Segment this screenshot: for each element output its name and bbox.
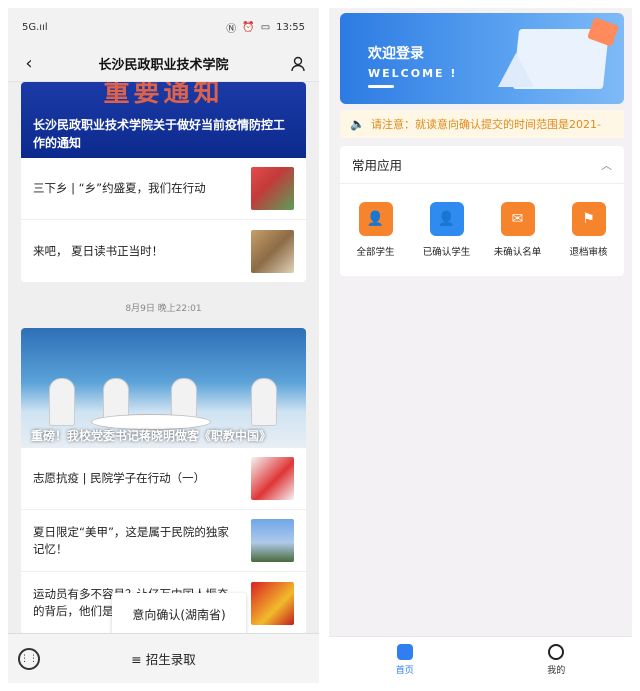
status-time: 13:55 bbox=[276, 21, 305, 33]
speaker-icon: 🔈 bbox=[350, 117, 365, 131]
profile-icon[interactable] bbox=[287, 53, 309, 75]
welcome-banner: 欢迎登录 WELCOME ! bbox=[340, 13, 624, 104]
stamp-icon: ⚑ bbox=[571, 202, 606, 236]
menu-enrollment[interactable]: ≡ 招生录取 bbox=[40, 649, 287, 668]
list-item-title: 夏日限定“美甲”，这是属于民院的独家记忆！ bbox=[33, 524, 229, 556]
home-icon bbox=[396, 644, 413, 660]
enrollment-app-phone: 欢迎登录 WELCOME ! 🔈 请注意：就读意向确认提交的时间范围是2021-… bbox=[329, 8, 632, 683]
list-item-title: 三下乡 | “乡”约盛夏，我们在行动 bbox=[33, 181, 206, 195]
list-item[interactable]: 三下乡 | “乡”约盛夏，我们在行动 bbox=[21, 158, 306, 220]
battery-icon: ▭ bbox=[260, 21, 271, 33]
app-label: 未确认名单 bbox=[493, 247, 542, 258]
welcome-title: 欢迎登录 bbox=[368, 46, 424, 62]
article-card-1: 重要通知 长沙民政职业技术学院关于做好当前疫情防控工作的通知 三下乡 | “乡”… bbox=[21, 82, 306, 282]
apps-header[interactable]: 常用应用 ︿ bbox=[340, 146, 624, 184]
notice-text: 请注意：就读意向确认提交的时间范围是2021- bbox=[370, 118, 601, 131]
welcome-underline bbox=[368, 85, 394, 88]
chevron-up-icon[interactable]: ︿ bbox=[601, 157, 612, 173]
list-item[interactable]: 来吧， 夏日读书正当时！ bbox=[21, 220, 306, 282]
tab-label: 我的 bbox=[547, 666, 566, 676]
app-label: 退档审核 bbox=[569, 247, 608, 258]
app-label: 全部学生 bbox=[356, 247, 395, 258]
article-feed[interactable]: 重要通知 长沙民政职业技术学院关于做好当前疫情防控工作的通知 三下乡 | “乡”… bbox=[8, 82, 319, 633]
wechat-article-phone: 5G.ııl Ⓝ ⏰ ▭ 13:55 ‹ 长沙民政职业技术学院 重要通知 长沙民… bbox=[8, 8, 319, 683]
nfc-icon: Ⓝ bbox=[226, 23, 237, 35]
page-title: 长沙民政职业技术学院 bbox=[98, 58, 229, 73]
hero-title: 长沙民政职业技术学院关于做好当前疫情防控工作的通知 bbox=[33, 118, 286, 150]
signal-icon: 5G.ııl bbox=[22, 21, 48, 33]
status-bar: 5G.ııl Ⓝ ⏰ ▭ 13:55 bbox=[8, 8, 319, 46]
app-unconfirmed-list[interactable]: ✉ 未确认名单 bbox=[488, 202, 548, 258]
list-item-title: 志愿抗疫 | 民院学子在行动（一） bbox=[33, 471, 206, 485]
list-item[interactable]: 志愿抗疫 | 民院学子在行动（一） bbox=[21, 448, 306, 510]
user-icon bbox=[548, 644, 565, 660]
person-check-icon: 👤 bbox=[429, 202, 464, 236]
article-thumbnail bbox=[251, 457, 294, 500]
illustration-ruler bbox=[498, 53, 534, 87]
list-item-title: 来吧， 夏日读书正当时！ bbox=[33, 243, 164, 258]
app-confirmed-students[interactable]: 👤 已确认学生 bbox=[417, 202, 477, 258]
app-all-students[interactable]: 👤 全部学生 bbox=[346, 202, 406, 258]
hero-article[interactable]: 重要通知 长沙民政职业技术学院关于做好当前疫情防控工作的通知 bbox=[21, 82, 306, 158]
back-icon[interactable]: ‹ bbox=[18, 53, 40, 75]
alarm-icon: ⏰ bbox=[242, 21, 255, 33]
apps-title: 常用应用 bbox=[352, 158, 403, 173]
tab-label: 首页 bbox=[395, 666, 414, 676]
keyboard-icon[interactable]: ⋮⋮ bbox=[18, 647, 40, 670]
tab-bar: 首页 我的 bbox=[329, 636, 632, 683]
list-item[interactable]: 夏日限定“美甲”，这是属于民院的独家记忆！ bbox=[21, 510, 306, 572]
app-withdrawal-review[interactable]: ⚑ 退档审核 bbox=[559, 202, 619, 258]
article-thumbnail bbox=[251, 581, 294, 625]
menu-popup-item[interactable]: 意向确认(湖南省) bbox=[112, 593, 246, 635]
notice-bar[interactable]: 🔈 请注意：就读意向确认提交的时间范围是2021- bbox=[340, 110, 624, 138]
hero-banner-text: 重要通知 bbox=[103, 82, 224, 108]
person-icon: 👤 bbox=[358, 202, 393, 236]
tab-home[interactable]: 首页 bbox=[329, 637, 481, 683]
tab-me[interactable]: 我的 bbox=[481, 637, 633, 683]
apps-grid: 👤 全部学生 👤 已确认学生 ✉ 未确认名单 ⚑ 退档审核 bbox=[340, 184, 624, 258]
screen: 5G.ııl Ⓝ ⏰ ▭ 13:55 ‹ 长沙民政职业技术学院 重要通知 长沙民… bbox=[0, 0, 640, 691]
bottom-menu-bar: ⋮⋮ ≡ 招生录取 bbox=[8, 633, 319, 683]
app-label: 已确认学生 bbox=[422, 247, 471, 258]
hero-title: 重磅！我校党委书记蒋晓明做客《职教中国》 bbox=[31, 429, 272, 443]
article-thumbnail bbox=[251, 519, 294, 562]
welcome-subtitle: WELCOME ! bbox=[368, 67, 458, 80]
article-card-2: 重磅！我校党委书记蒋晓明做客《职教中国》 志愿抗疫 | 民院学子在行动（一） 夏… bbox=[21, 328, 306, 633]
message-timestamp: 8月9日 晚上22:01 bbox=[125, 304, 202, 314]
hero-article[interactable]: 重磅！我校党委书记蒋晓明做客《职教中国》 bbox=[21, 328, 306, 448]
article-thumbnail bbox=[251, 167, 294, 210]
article-thumbnail bbox=[251, 229, 294, 273]
mail-icon: ✉ bbox=[500, 202, 535, 236]
common-apps-panel: 常用应用 ︿ 👤 全部学生 👤 已确认学生 ✉ 未确认名单 ⚑ 退档审核 bbox=[340, 146, 624, 276]
nav-bar: ‹ 长沙民政职业技术学院 bbox=[8, 46, 319, 82]
